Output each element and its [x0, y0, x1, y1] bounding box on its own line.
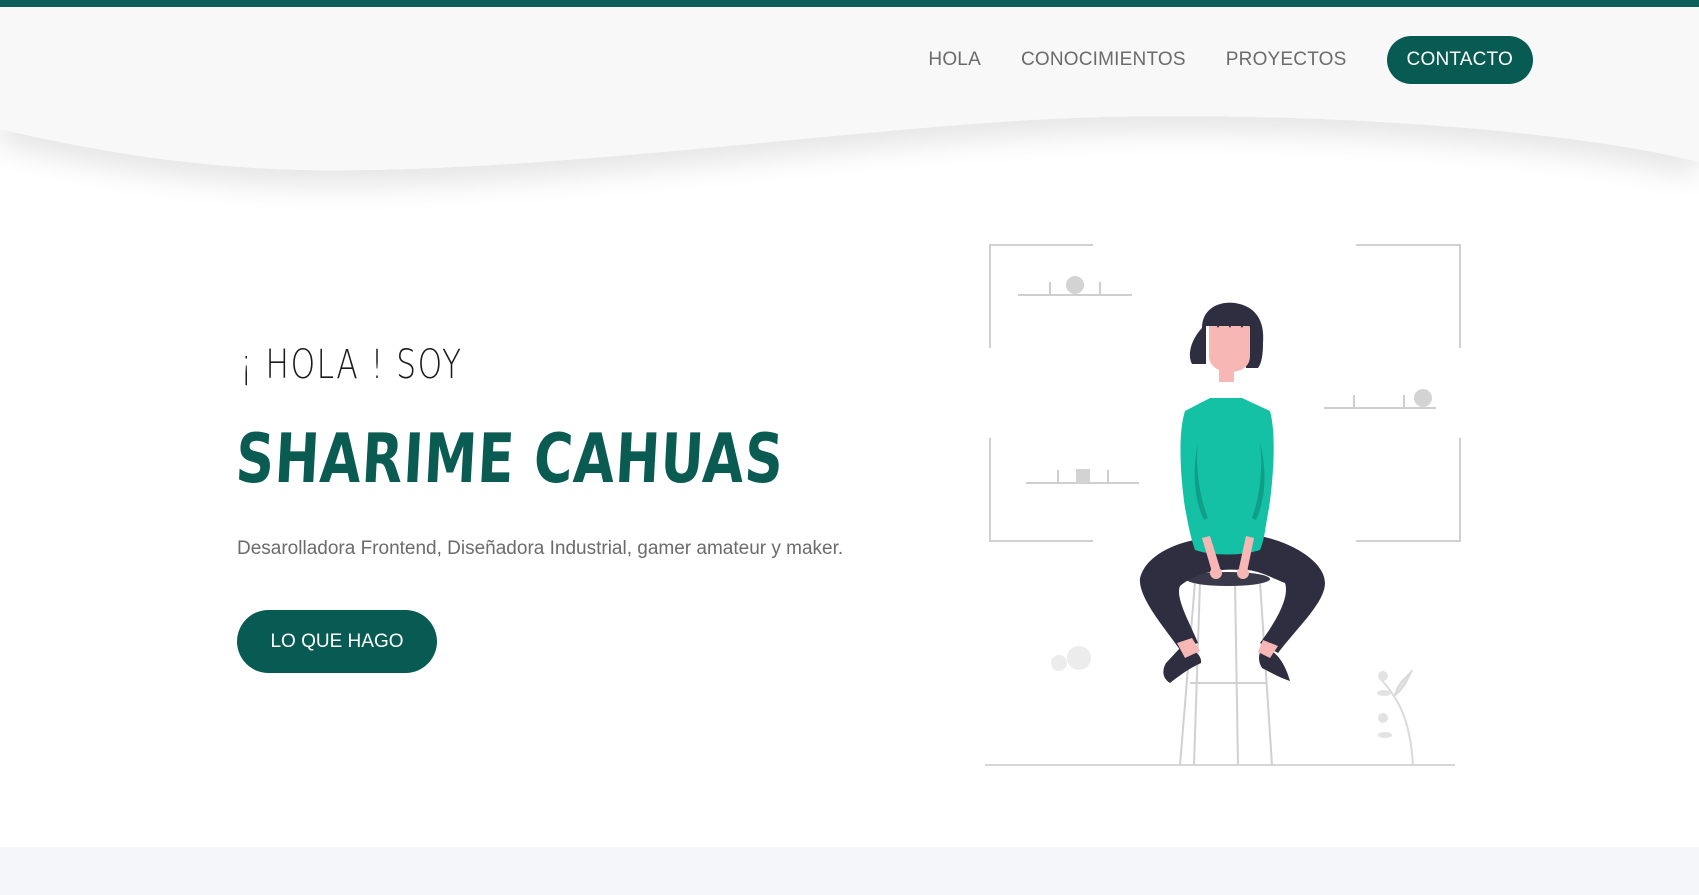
next-section-band	[0, 847, 1699, 895]
hand-left	[1210, 567, 1222, 579]
page: HOLA CONOCIMIENTOS PROYECTOS CONTACTO ¡ …	[0, 0, 1699, 895]
bubble-small	[1051, 655, 1067, 671]
bubble-large	[1067, 646, 1091, 670]
contact-button[interactable]: CONTACTO	[1386, 36, 1533, 84]
person-on-stool-illustration	[985, 244, 1461, 766]
shelf-box	[1076, 469, 1090, 483]
nav-link-conocimientos[interactable]: CONOCIMIENTOS	[1021, 49, 1186, 71]
shirt	[1180, 398, 1274, 555]
nav-link-hola[interactable]: HOLA	[928, 49, 981, 71]
face	[1209, 326, 1250, 372]
what-i-do-button[interactable]: LO QUE HAGO	[237, 610, 437, 673]
top-accent-bar	[0, 0, 1699, 7]
shelf-ball-top	[1066, 276, 1084, 294]
plant-icon	[1377, 669, 1414, 766]
hero-name: SHARIME CAHUAS	[233, 420, 786, 499]
hand-right	[1237, 567, 1249, 579]
shelf-ball-right	[1414, 389, 1432, 407]
shoe-left	[1163, 648, 1202, 683]
main-nav: HOLA CONOCIMIENTOS PROYECTOS CONTACTO	[888, 36, 1533, 84]
nav-link-proyectos[interactable]: PROYECTOS	[1226, 49, 1347, 71]
stool	[1179, 581, 1273, 766]
hero-description: Desarolladora Frontend, Diseñadora Indus…	[237, 538, 844, 559]
hero-greeting: ¡ HOLA ! SOY	[240, 342, 463, 388]
